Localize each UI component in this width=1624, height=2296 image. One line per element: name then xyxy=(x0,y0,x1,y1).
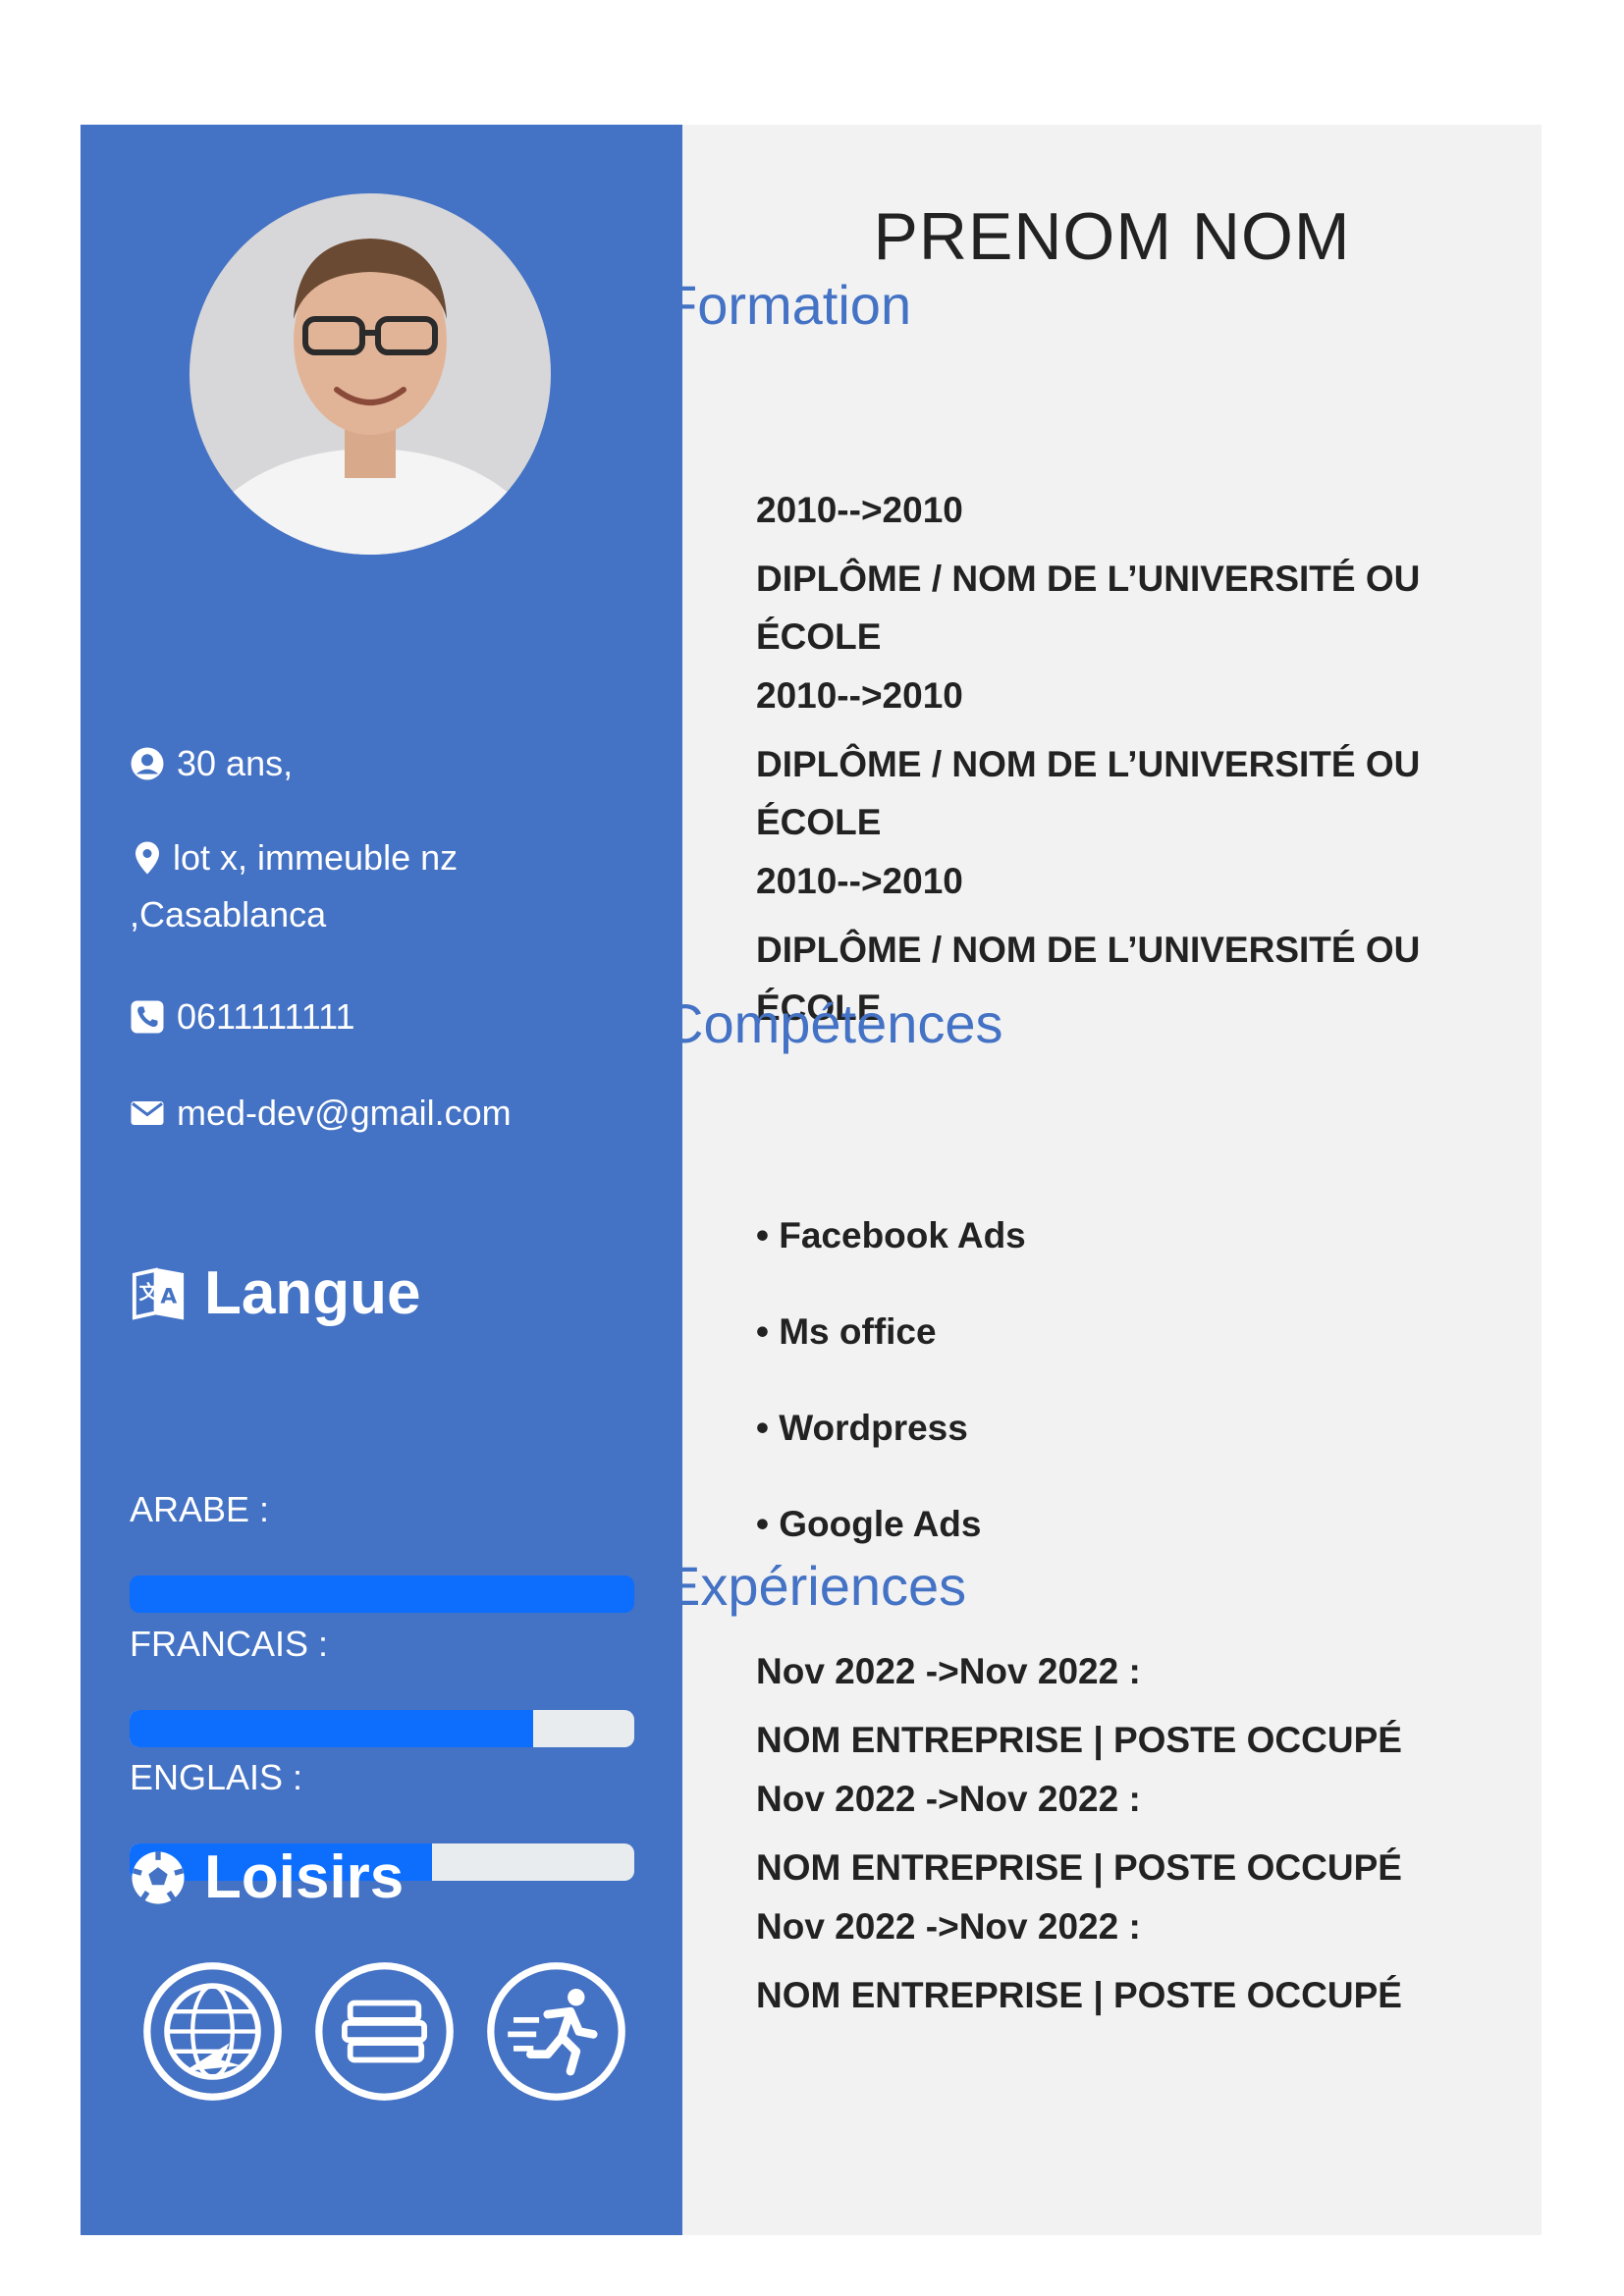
email-text: med-dev@gmail.com xyxy=(177,1093,512,1133)
skill-item: • Google Ads xyxy=(756,1504,982,1544)
formation-dates-3: 2010-->2010 xyxy=(756,861,963,901)
experience-dates-1: Nov 2022 ->Nov 2022 : xyxy=(756,1651,1141,1691)
contact-address: lot x, immeuble nz ,Casablanca xyxy=(130,829,458,943)
running-icon xyxy=(487,1962,625,2101)
skill-item: • Ms office xyxy=(756,1311,937,1352)
loisirs-title-text: Loisirs xyxy=(204,1843,405,1911)
lang-label-francais: FRANCAIS : xyxy=(130,1624,329,1664)
skill-item: • Facebook Ads xyxy=(756,1215,1026,1255)
svg-text:文: 文 xyxy=(139,1280,159,1303)
formation-title: Formation xyxy=(664,274,912,336)
lang-bar-fill xyxy=(130,1710,534,1747)
loisirs-title: Loisirs xyxy=(130,1842,404,1912)
experience-company-3: NOM ENTREPRISE | POSTE OCCUPÉ xyxy=(756,1975,1402,2015)
formation-dates-2: 2010-->2010 xyxy=(756,675,963,716)
sidebar: 30 ans, lot x, immeuble nz ,Casablanca 0… xyxy=(81,125,682,2235)
formation-dates-1: 2010-->2010 xyxy=(756,490,963,530)
books-icon xyxy=(315,1962,454,2101)
user-circle-icon xyxy=(131,747,164,780)
address-line1: lot x, immeuble nz xyxy=(173,837,459,878)
contact-phone: 0611111111 xyxy=(130,988,355,1045)
svg-text:A: A xyxy=(160,1284,177,1308)
language-icon: 文 A xyxy=(132,1266,185,1320)
experience-company-1: NOM ENTREPRISE | POSTE OCCUPÉ xyxy=(756,1720,1402,1760)
age-text: 30 ans, xyxy=(177,743,294,783)
skill-item: • Wordpress xyxy=(756,1408,968,1448)
hobbies-row xyxy=(141,1960,627,2103)
contact-email: med-dev@gmail.com xyxy=(130,1085,512,1142)
competences-title: Compétences xyxy=(664,992,1003,1054)
lang-bar-francais xyxy=(130,1710,634,1747)
formation-diploma-1: DIPLÔME / NOM DE L’UNIVERSITÉ OU ÉCOLE xyxy=(756,559,1421,657)
lang-label-englais: ENGLAIS : xyxy=(130,1757,303,1797)
phone-icon xyxy=(131,1000,164,1034)
envelope-icon xyxy=(131,1101,164,1125)
experiences-title: Expériences xyxy=(664,1555,967,1617)
experience-dates-2: Nov 2022 ->Nov 2022 : xyxy=(756,1779,1141,1819)
experience-company-2: NOM ENTREPRISE | POSTE OCCUPÉ xyxy=(756,1847,1402,1888)
contact-age: 30 ans, xyxy=(130,735,293,792)
globe-icon xyxy=(143,1962,282,2101)
phone-text: 0611111111 xyxy=(177,996,355,1037)
lang-bar-arabe xyxy=(130,1575,634,1613)
langue-title: 文 A Langue xyxy=(130,1258,420,1328)
address-line2: ,Casablanca xyxy=(130,894,327,934)
lang-bar-fill xyxy=(130,1575,634,1613)
lang-label-arabe: ARABE : xyxy=(130,1489,270,1529)
formation-diploma-2: DIPLÔME / NOM DE L’UNIVERSITÉ OU ÉCOLE xyxy=(756,744,1421,842)
langue-title-text: Langue xyxy=(204,1259,421,1327)
profile-photo xyxy=(189,193,551,555)
map-pin-icon xyxy=(135,841,159,875)
page-title: PRENOM NOM xyxy=(873,199,1351,274)
experience-dates-3: Nov 2022 ->Nov 2022 : xyxy=(756,1906,1141,1947)
soccer-ball-icon xyxy=(132,1850,185,1904)
